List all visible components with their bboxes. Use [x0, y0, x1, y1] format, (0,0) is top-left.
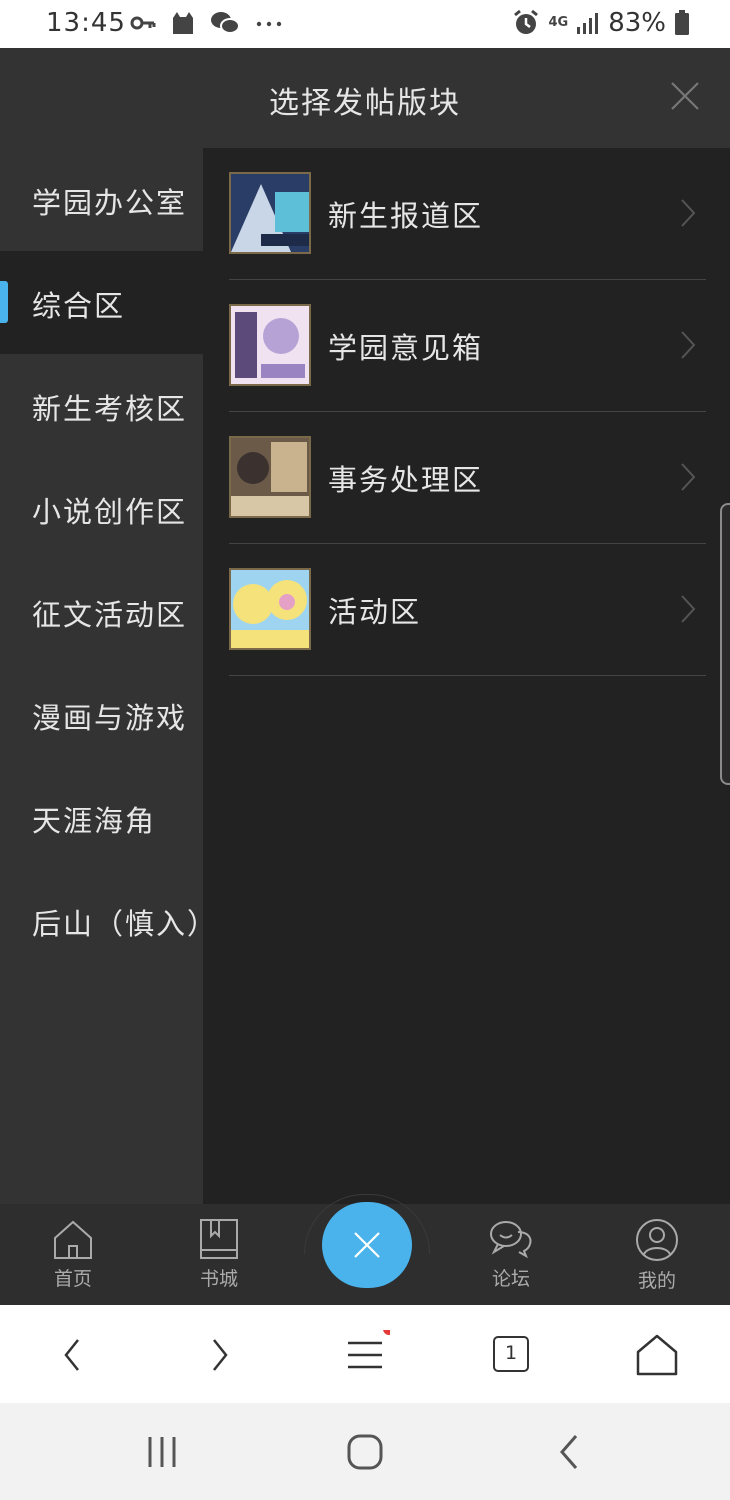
close-post-button[interactable] — [322, 1202, 412, 1288]
board-item[interactable]: 新生报道区 — [229, 148, 706, 280]
sidebar-item-newbie-exam[interactable]: 新生考核区 — [0, 354, 203, 457]
sidebar-item-essay-event[interactable]: 征文活动区 — [0, 560, 203, 663]
forward-icon[interactable] — [194, 1330, 244, 1380]
status-time: 13:45 — [46, 8, 126, 38]
status-notification-icons — [130, 10, 284, 36]
browser-toolbar — [0, 1305, 730, 1403]
sidebar-item-label: 学园办公室 — [32, 186, 188, 220]
wechat-icon — [211, 12, 240, 34]
back-icon[interactable] — [48, 1330, 98, 1380]
page-title: 选择发帖版块 — [269, 86, 461, 121]
sidebar-item-label: 漫画与游戏 — [32, 701, 188, 735]
battery-icon — [675, 10, 689, 35]
key-icon — [130, 16, 156, 30]
network-type: 4G — [548, 15, 569, 30]
tab-mine[interactable]: 我的 — [617, 1218, 697, 1293]
sidebar-item-comics-games[interactable]: 漫画与游戏 — [0, 663, 203, 766]
board-name: 活动区 — [328, 595, 422, 629]
tabs-icon[interactable]: 1 — [493, 1336, 529, 1372]
sidebar-item-office[interactable]: 学园办公室 — [0, 148, 203, 251]
alarm-icon — [514, 9, 539, 34]
scrollbar[interactable] — [720, 503, 730, 785]
recent-apps-icon[interactable] — [138, 1429, 186, 1475]
system-nav-bar — [0, 1403, 730, 1500]
sidebar-item-label: 天涯海角 — [32, 804, 157, 838]
back-button-icon[interactable] — [546, 1429, 594, 1475]
board-thumbnail — [229, 304, 311, 386]
board-name: 事务处理区 — [328, 463, 484, 497]
sidebar-item-label: 后山（慎入） — [32, 907, 219, 941]
board-thumbnail — [229, 436, 311, 518]
close-icon[interactable] — [670, 81, 700, 111]
tab-label: 论坛 — [491, 1268, 530, 1290]
board-name: 学园意见箱 — [328, 331, 484, 365]
sidebar-item-anywhere[interactable]: 天涯海角 — [0, 766, 203, 869]
close-icon — [354, 1232, 380, 1258]
home-icon — [54, 1220, 92, 1259]
book-icon — [200, 1219, 238, 1259]
home-icon[interactable] — [632, 1330, 682, 1380]
board-list: 新生报道区 学园意见箱 事务处理区 活动区 — [203, 148, 730, 1204]
status-system-icons: 4G 83% — [512, 8, 690, 38]
board-item[interactable]: 活动区 — [229, 544, 706, 676]
sidebar-item-label: 小说创作区 — [32, 495, 188, 529]
sidebar-item-novel[interactable]: 小说创作区 — [0, 457, 203, 560]
sidebar-item-backhill[interactable]: 后山（慎入） — [0, 869, 216, 972]
chevron-right-icon — [681, 463, 696, 491]
tab-label: 首页 — [53, 1268, 92, 1290]
chevron-right-icon — [681, 331, 696, 359]
signal-icon — [577, 13, 599, 34]
status-bar: 13:45 4G 83% — [0, 0, 730, 48]
chevron-right-icon — [681, 199, 696, 227]
sidebar-item-label: 综合区 — [32, 289, 126, 323]
tab-label: 书城 — [199, 1268, 238, 1290]
category-sidebar: 学园办公室 综合区 新生考核区 小说创作区 征文活动区 漫画与游戏 天涯海角 后… — [0, 148, 216, 1204]
sidebar-item-label: 征文活动区 — [32, 598, 188, 632]
tab-home[interactable]: 首页 — [33, 1218, 113, 1291]
cat-icon — [173, 12, 193, 34]
sidebar-item-general[interactable]: 综合区 — [0, 251, 203, 354]
board-item[interactable]: 事务处理区 — [229, 412, 706, 544]
tab-label: 我的 — [637, 1270, 676, 1292]
sidebar-item-label: 新生考核区 — [32, 392, 188, 426]
more-icon — [256, 21, 282, 27]
home-button-icon[interactable] — [341, 1429, 389, 1475]
board-thumbnail — [229, 172, 311, 254]
board-name: 新生报道区 — [328, 199, 484, 233]
tab-bookstore[interactable]: 书城 — [179, 1218, 259, 1291]
battery-percent: 83% — [608, 8, 666, 38]
menu-icon[interactable] — [340, 1330, 390, 1380]
header: 选择发帖版块 — [0, 48, 730, 148]
chevron-right-icon — [681, 595, 696, 623]
chat-icon — [490, 1221, 532, 1259]
user-icon — [636, 1219, 678, 1261]
tab-forum[interactable]: 论坛 — [471, 1218, 551, 1291]
board-item[interactable]: 学园意见箱 — [229, 280, 706, 412]
board-thumbnail — [229, 568, 311, 650]
